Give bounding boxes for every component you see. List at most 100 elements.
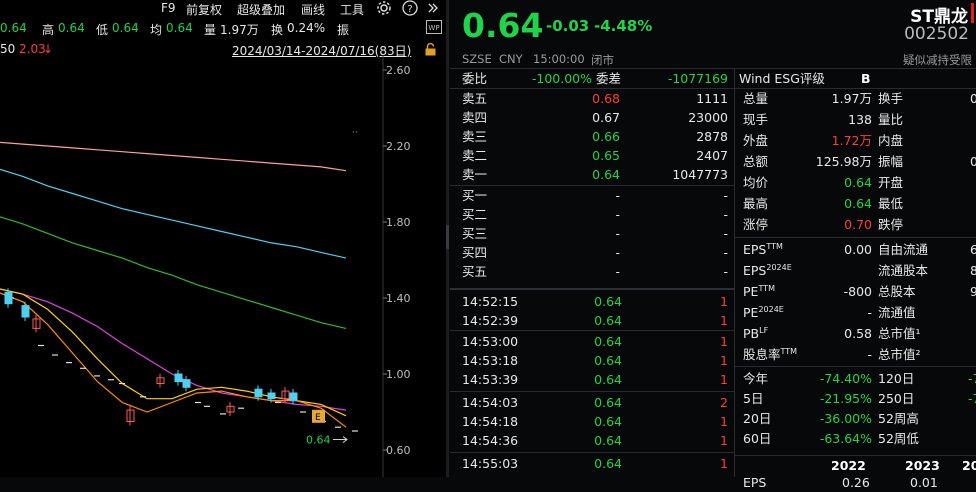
settings-gear-icon[interactable]	[376, 0, 392, 19]
svg-text:?: ?	[407, 4, 412, 15]
tools-button[interactable]: 工具	[340, 1, 364, 18]
diff-label: 委差	[596, 71, 622, 86]
tick-time: 14:54:03	[462, 395, 519, 410]
stock-code: 002502	[904, 24, 969, 44]
volume-value: 1.97万	[220, 23, 259, 37]
valuation-label-sup: 2024E	[766, 263, 792, 272]
stat-label: 外盘	[743, 133, 769, 148]
esg-label: Wind ESG评级	[739, 71, 825, 86]
valuation-label-2: 流通股本	[878, 263, 929, 278]
perf-label-2: 52周高	[878, 411, 919, 426]
kline-chart-pane[interactable]: F9 前复权 超级叠加 画线 工具 ? 0.64 高 0.64 低 0.64 均…	[0, 0, 446, 477]
bid-price: -	[615, 188, 620, 203]
svg-text:WP: WP	[428, 24, 439, 32]
overlay-button[interactable]: 超级叠加	[237, 1, 285, 18]
tick-time: 14:52:39	[462, 313, 519, 328]
adjust-button[interactable]: 前复权	[186, 1, 222, 18]
valuation-label-2: 总市值¹	[878, 326, 921, 341]
pane-resize-handle[interactable]	[446, 225, 449, 249]
stat-label: 现手	[743, 112, 769, 127]
perf-label: 今年	[743, 371, 769, 386]
valuation-label-text: PE	[743, 305, 759, 320]
stat-value: 1.72万	[831, 133, 872, 148]
name-accent-bar	[971, 3, 974, 23]
stat-label-2: 换手	[878, 91, 904, 106]
valuation-label: PE2024E	[743, 303, 784, 322]
stat-label-2: 内盘	[878, 133, 904, 148]
valuation-label-sup: TTM	[780, 347, 798, 356]
market-status: 闭市	[591, 53, 614, 67]
tick-volume: 1	[720, 334, 728, 349]
perf-label: 20日	[743, 411, 772, 426]
perf-value-2: -7	[968, 391, 976, 406]
f9-button[interactable]: F9	[161, 1, 176, 15]
draw-button[interactable]: 画线	[301, 1, 325, 18]
more-chevron-icon[interactable]	[427, 1, 439, 18]
ask-price: 0.64	[592, 167, 620, 182]
earnings-marker-letter: E	[315, 413, 321, 423]
valuation-label-text: EPS	[743, 263, 767, 278]
stat-label-2: 最低	[878, 196, 904, 211]
valuation-value: -800	[843, 284, 872, 299]
quote-summary-line: 0.64 高 0.64 低 0.64 均 0.64 量 1.97万 换 0.24…	[0, 19, 446, 37]
bid-volume: -	[723, 245, 728, 260]
stat-value: 0.64	[844, 196, 872, 211]
tick-volume: 1	[720, 353, 728, 368]
valuation-label-2: 自由流通	[878, 242, 929, 257]
price-change-pct: -4.48%	[594, 17, 653, 35]
book-ticks-separator	[450, 288, 734, 290]
ask-label: 卖一	[462, 167, 488, 182]
stat-label: 总额	[743, 154, 769, 169]
tick-volume: 1	[720, 294, 728, 309]
valuation-value: -	[867, 347, 872, 362]
valuation-label: 股息率TTM	[743, 345, 797, 364]
stat-label: 涨停	[743, 217, 769, 232]
ma-line	[0, 288, 347, 411]
wp-badge-icon[interactable]: WP	[426, 20, 442, 37]
tick-volume: 1	[720, 313, 728, 328]
last-price-arrow-icon	[333, 436, 348, 443]
perf-label: 60日	[743, 431, 772, 446]
perf-value: -74.40%	[819, 371, 872, 386]
help-icon[interactable]: ?	[402, 0, 418, 19]
ask-label: 卖四	[462, 110, 488, 125]
valuation-label-sup: TTM	[766, 242, 783, 251]
tick-group-separator	[450, 391, 734, 392]
diff-value: -1077169	[667, 71, 728, 86]
reduction-note[interactable]: 疑似减持受限	[903, 52, 972, 68]
tick-time: 14:53:39	[462, 372, 519, 387]
bid-label: 买四	[462, 245, 488, 260]
valuation-value-2: 8	[970, 263, 976, 278]
ma-line	[0, 216, 347, 329]
candle-body	[267, 392, 276, 400]
candle-body	[182, 379, 191, 388]
valuation-value	[805, 261, 872, 280]
first-value: 0.64	[0, 21, 27, 35]
stat-label-2: 跌停	[878, 217, 904, 232]
ask-volume: 23000	[688, 110, 728, 125]
down-arrow-icon: ↓	[43, 42, 54, 56]
price-change: -0.03	[546, 17, 590, 35]
market-time: 15:00:00	[533, 52, 585, 66]
tick-price: 0.64	[594, 414, 622, 429]
candle-body	[289, 392, 298, 402]
stat-value: 0.64	[844, 175, 872, 190]
volume-label: 量	[204, 23, 217, 37]
valuation-label-2: 总股本	[878, 284, 916, 299]
bid-price: -	[615, 264, 620, 279]
price-chart[interactable]: 2.60 2.20 1.80 1.40 1.00 0.60 E 0.64..	[0, 55, 446, 477]
avg-value: 0.64	[166, 21, 193, 35]
tick-volume: 2	[720, 395, 728, 410]
ratio-value: -100.00%	[531, 71, 592, 86]
tick-volume: 1	[720, 372, 728, 387]
y-tick-label: 2.20	[386, 140, 411, 153]
valuation-label-sup: 2024E	[758, 305, 784, 314]
valuation-value-2: 6	[970, 242, 976, 257]
valuation-label: EPS2024E	[743, 261, 792, 280]
y-tick-label: 1.80	[386, 216, 411, 229]
ask-volume: 2878	[696, 129, 728, 144]
ma-line	[0, 141, 347, 172]
ask-price: 0.67	[592, 110, 620, 125]
tick-group-separator	[450, 330, 734, 331]
year-third: 20	[962, 458, 976, 473]
